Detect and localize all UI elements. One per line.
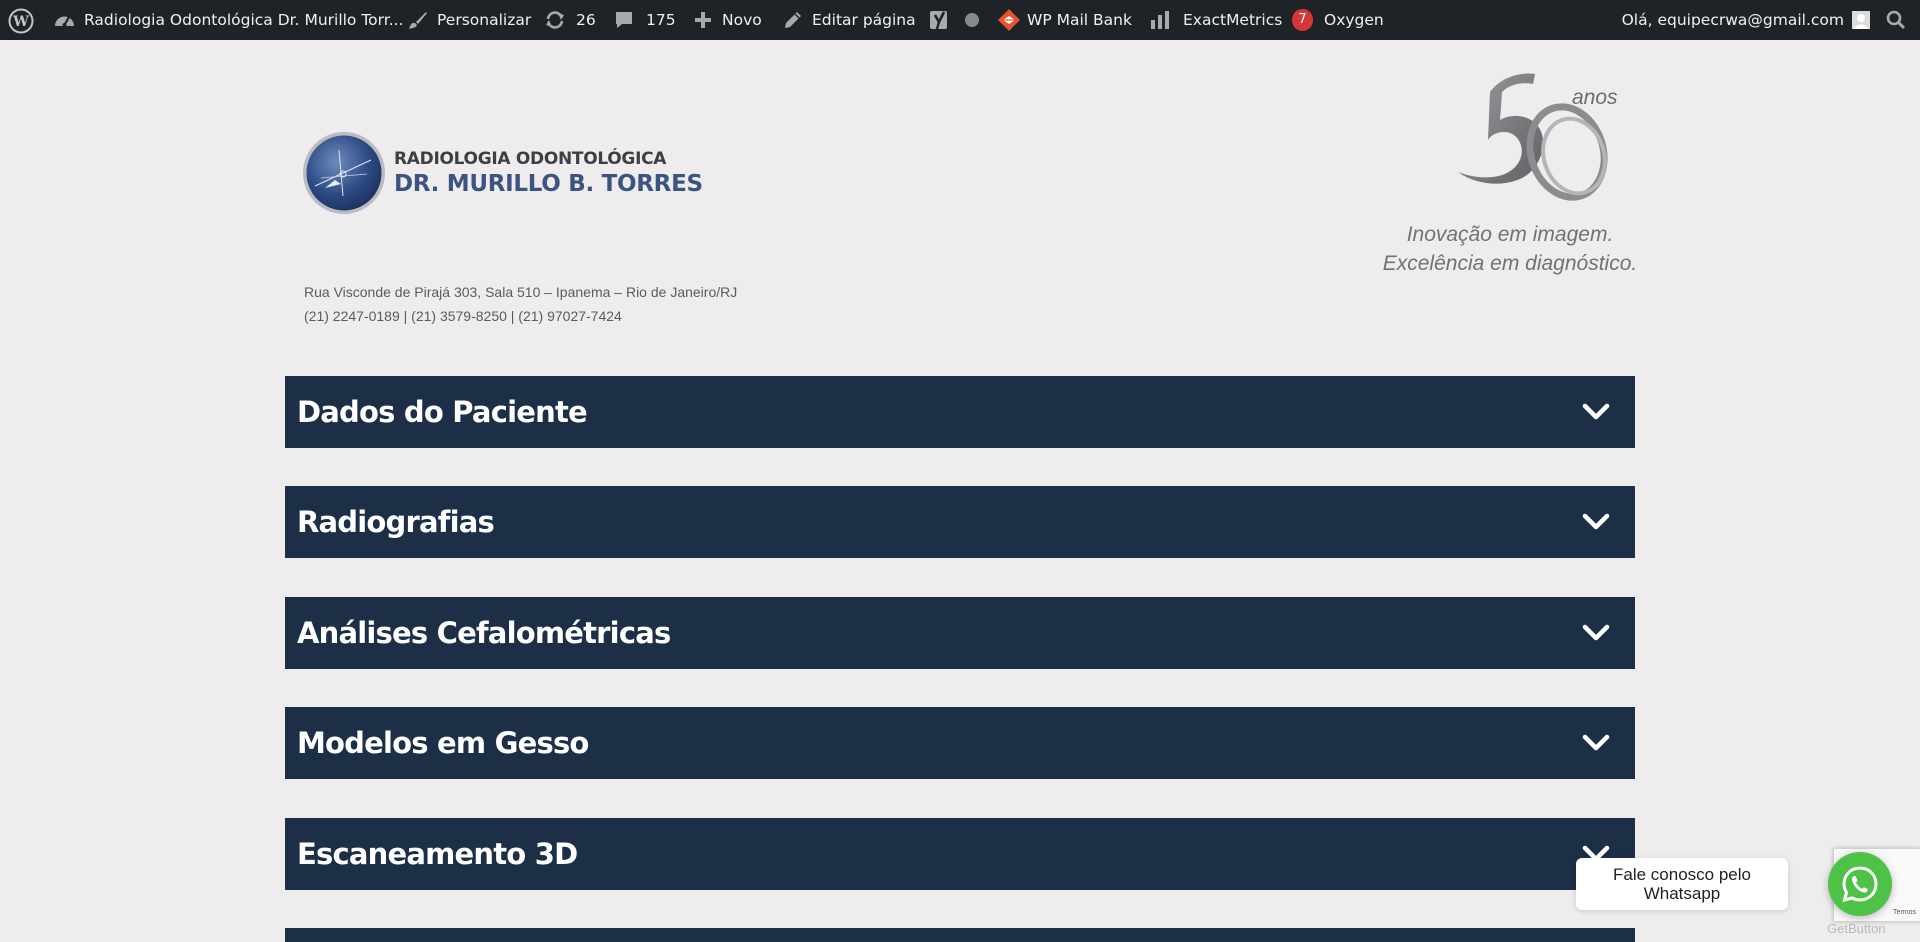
accordion-item-partial[interactable] [285,928,1635,942]
comments-link[interactable]: 175 [614,0,676,40]
chevron-down-icon [1582,403,1610,420]
logo-title-line1: RADIOLOGIA ODONTOLÓGICA [394,149,667,169]
slogan-line1: Inovação em imagem. [1406,223,1614,246]
accordion-title: Escaneamento 3D [297,837,578,871]
clinic-logo[interactable]: RADIOLOGIA ODONTOLÓGICA DR. MURILLO B. T… [301,130,703,216]
avatar [1852,11,1870,29]
anniversary-logo: anos Inovação em imagem. Excelência em d… [1380,68,1640,288]
slogan: Inovação em imagem. Excelência em diagnó… [1380,220,1640,278]
chevron-down-icon [1582,624,1610,641]
accordion-title: Radiografias [297,505,495,539]
oxygen-label: Oxygen [1324,11,1384,29]
greeting-label: Olá, equipecrwa@gmail.com [1621,11,1844,29]
whatsapp-chat-button[interactable] [1828,852,1892,916]
comments-count: 175 [646,11,676,29]
my-account-menu[interactable]: Olá, equipecrwa@gmail.com [1622,0,1870,40]
accordion-item-dados-do-paciente[interactable]: Dados do Paciente [285,376,1635,448]
admin-bar: W Radiologia Odontológica Dr. Murillo To… [0,0,1920,40]
address-text: Rua Visconde de Pirajá 303, Sala 510 – I… [304,284,738,300]
recaptcha-terms-link[interactable]: Termos [1893,909,1916,916]
slogan-line2: Excelência em diagnóstico. [1382,252,1638,275]
accordion-title: Análises Cefalométricas [297,616,671,650]
clinic-logo-text: RADIOLOGIA ODONTOLÓGICA DR. MURILLO B. T… [394,148,703,198]
whatsapp-icon [1842,866,1878,903]
accordion-item-modelos-em-gesso[interactable]: Modelos em Gesso [285,707,1635,779]
wp-mail-bank-menu[interactable]: WP Mail Bank [997,0,1132,40]
accordion-item-radiografias[interactable]: Radiografias [285,486,1635,558]
seo-status-dot-icon[interactable] [965,13,979,27]
plus-icon [694,11,712,29]
updates-refresh-icon [544,10,566,30]
whatsapp-callout[interactable]: Fale conosco pelo Whatsapp [1576,858,1788,910]
updates-count: 26 [576,11,596,29]
yoast-seo-icon[interactable] [929,0,951,40]
accordion-item-analises-cefalometricas[interactable]: Análises Cefalométricas [285,597,1635,669]
mail-bank-label: WP Mail Bank [1027,11,1132,29]
exactmetrics-label: ExactMetrics [1183,11,1283,29]
chevron-down-icon [1582,734,1610,751]
site-name-label: Radiologia Odontológica Dr. Murillo Torr… [84,11,404,29]
mail-bank-icon [997,8,1021,32]
paintbrush-icon [408,10,428,30]
pencil-icon [784,11,802,29]
oxygen-menu[interactable]: Oxygen [1324,0,1384,40]
whatsapp-callout-text: Fale conosco pelo Whatsapp [1613,865,1751,903]
new-content-menu[interactable]: Novo [694,0,762,40]
clinic-logo-mark-icon [303,132,385,214]
updates-link[interactable]: 26 [544,0,596,40]
notification-badge: 7 [1292,9,1313,31]
phone-numbers: (21) 2247-0189 | (21) 3579-8250 | (21) 9… [304,308,622,324]
comment-bubble-icon [614,10,634,30]
exactmetrics-menu[interactable]: ExactMetrics 7 [1150,0,1313,40]
site-name-menu[interactable]: Radiologia Odontológica Dr. Murillo Torr… [54,0,404,40]
wordpress-logo-icon[interactable]: W [8,8,34,34]
accordion-title: Dados do Paciente [297,395,588,429]
logo-title-line2: DR. MURILLO B. TORRES [394,171,703,197]
contact-info: Rua Visconde de Pirajá 303, Sala 510 – I… [304,280,737,328]
accordion-item-escaneamento-3d[interactable]: Escaneamento 3D [285,818,1635,890]
edit-page-link[interactable]: Editar página [784,0,916,40]
customize-label: Personalizar [437,11,532,29]
new-label: Novo [722,11,762,29]
bar-chart-icon [1150,10,1170,30]
edit-page-label: Editar página [812,11,916,29]
getbutton-credit[interactable]: GetButton [1827,921,1886,936]
chevron-down-icon [1582,513,1610,530]
search-icon[interactable] [1886,10,1906,30]
dashboard-gauge-icon [54,11,75,29]
svg-text:W: W [12,14,29,30]
customize-link[interactable]: Personalizar [408,0,531,40]
accordion-title: Modelos em Gesso [297,726,589,760]
anniversary-word: anos [1572,86,1618,109]
